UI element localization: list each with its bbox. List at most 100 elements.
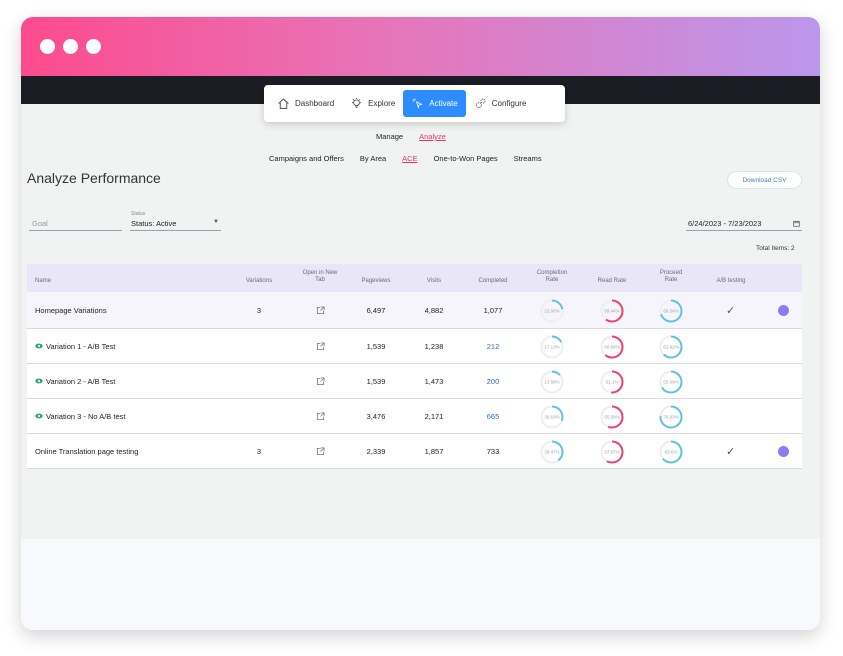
row-visits: 4,882	[424, 305, 444, 315]
nav-activate[interactable]: Activate	[403, 90, 466, 117]
col-completion-rate[interactable]: Completion Rate	[527, 270, 577, 284]
subnav-secondary: Campaigns and Offers By Area ACE One-to-Won…	[269, 154, 542, 163]
date-range-field[interactable]: 6/24/2023 - 7/23/2023	[686, 216, 802, 231]
col-read-rate[interactable]: Read Rate	[587, 278, 637, 285]
col-variations[interactable]: Variations	[234, 278, 284, 285]
row-name: Variation 3 - No A/B test	[46, 411, 126, 421]
row-pageviews: 6,497	[366, 305, 386, 315]
completion-rate-ring: 22.06%	[540, 299, 564, 322]
download-csv-button[interactable]: Download CSV	[727, 171, 802, 189]
row-name-cell[interactable]: Variation 3 - No A/B test	[35, 399, 125, 433]
read-rate-ring: 59.44%	[600, 299, 624, 322]
window-dot-2[interactable]	[63, 39, 78, 54]
completion-rate-ring: 13.58%	[540, 370, 564, 393]
expand-toggle-button[interactable]	[778, 305, 789, 316]
col-proceed-rate-line1: Proceed	[659, 270, 683, 276]
expand-toggle-button[interactable]	[778, 446, 789, 457]
proceed-rate-ring-label: 65.69%	[663, 379, 678, 384]
row-name: Homepage Variations	[35, 305, 107, 315]
subnav-ace[interactable]: ACE	[402, 154, 417, 163]
external-link-icon[interactable]	[316, 342, 325, 351]
external-link-icon[interactable]	[316, 306, 325, 315]
eye-icon	[35, 413, 43, 419]
row-pageviews: 1,539	[366, 376, 386, 386]
table-row[interactable]: Variation 1 - A/B Test 1,539 1,238 212 1…	[27, 329, 802, 364]
status-select[interactable]: Status Status: Active ▼	[130, 211, 221, 231]
subnav-streams[interactable]: Streams	[514, 154, 542, 163]
col-ab-testing[interactable]: A/B testing	[706, 278, 756, 285]
proceed-rate-ring: 65.69%	[659, 370, 683, 393]
proceed-rate-ring: 69.54%	[659, 299, 683, 322]
row-name-cell[interactable]: Online Translation page testing	[35, 434, 138, 468]
read-rate-ring: 60.66%	[600, 335, 624, 358]
subnav-campaigns[interactable]: Campaigns and Offers	[269, 154, 344, 163]
row-completed[interactable]: 200	[468, 364, 518, 398]
window-dot-1[interactable]	[40, 39, 55, 54]
home-icon	[278, 98, 289, 109]
completion-rate-ring-label: 22.06%	[544, 308, 559, 313]
col-name[interactable]: Name	[35, 278, 51, 285]
col-visits[interactable]: Visits	[409, 278, 459, 285]
col-completion-rate-line2: Rate	[545, 277, 559, 283]
external-link-icon[interactable]	[316, 377, 325, 386]
proceed-rate-ring-label: 69.54%	[663, 308, 678, 313]
row-visits: 1,857	[424, 446, 444, 456]
eye-icon	[35, 378, 43, 384]
gears-icon	[475, 98, 486, 108]
ab-testing-check-icon: ✓	[726, 305, 736, 317]
subnav-manage[interactable]: Manage	[376, 132, 403, 141]
row-completed[interactable]: 665	[468, 399, 518, 433]
nav-dashboard[interactable]: Dashboard	[269, 90, 342, 117]
subnav-analyze[interactable]: Analyze	[419, 132, 446, 141]
row-name-cell[interactable]: Variation 1 - A/B Test	[35, 329, 115, 363]
goal-placeholder: Goal	[32, 219, 48, 228]
table-row[interactable]: Variation 2 - A/B Test 1,539 1,473 200 1…	[27, 364, 802, 399]
page-footer-area	[21, 539, 820, 630]
col-proceed-rate-line2: Rate	[664, 277, 678, 283]
external-link-icon[interactable]	[316, 447, 325, 456]
table-body: Homepage Variations 3 6,497 4,882 1,077 …	[27, 292, 802, 469]
lightbulb-icon	[352, 97, 362, 108]
col-open-new-tab[interactable]: Open in New Tab	[295, 270, 345, 284]
row-completed: 733	[486, 446, 500, 456]
proceed-rate-ring: 63.6%	[659, 440, 683, 463]
row-name-cell[interactable]: Homepage Variations	[35, 292, 107, 328]
row-name: Online Translation page testing	[35, 446, 139, 456]
table-row[interactable]: Homepage Variations 3 6,497 4,882 1,077 …	[27, 292, 802, 329]
completion-rate-ring-label: 13.58%	[544, 379, 559, 384]
table-header: Name Variations Open in New Tab Pageview…	[27, 264, 802, 292]
subnav-primary: Manage Analyze	[376, 132, 446, 141]
proceed-rate-ring-label: 61.92%	[663, 344, 678, 349]
nav-dashboard-label: Dashboard	[295, 99, 335, 108]
read-rate-ring-label: 59.44%	[604, 308, 619, 313]
browser-window: Dashboard Explore Activate Configure Man…	[21, 17, 820, 630]
row-pageviews: 3,476	[366, 411, 386, 421]
cursor-click-icon	[412, 98, 423, 109]
proceed-rate-ring-label: 76.03%	[663, 414, 678, 419]
table-row[interactable]: Online Translation page testing 3 2,339 …	[27, 434, 802, 469]
read-rate-ring-label: 57.67%	[604, 449, 619, 454]
col-open-new-tab-line1: Open in New	[302, 270, 338, 276]
goal-field[interactable]: Goal	[29, 216, 122, 231]
read-rate-ring-label: 55.58%	[604, 414, 619, 419]
row-name-cell[interactable]: Variation 2 - A/B Test	[35, 364, 115, 398]
subnav-one-to-won[interactable]: One-to-Won Pages	[434, 154, 498, 163]
row-variations: 3	[256, 305, 262, 315]
subnav-by-area[interactable]: By Area	[360, 154, 386, 163]
col-pageviews[interactable]: Pageviews	[351, 278, 401, 285]
row-completed[interactable]: 212	[468, 329, 518, 363]
col-completed[interactable]: Completed	[468, 278, 518, 285]
window-dot-3[interactable]	[86, 39, 101, 54]
row-visits: 1,473	[424, 376, 444, 386]
external-link-icon[interactable]	[316, 412, 325, 421]
table-row[interactable]: Variation 3 - No A/B test 3,476 2,171 66…	[27, 399, 802, 434]
completion-rate-ring: 30.63%	[540, 405, 564, 428]
nav-configure[interactable]: Configure	[466, 90, 535, 117]
col-proceed-rate[interactable]: Proceed Rate	[646, 270, 696, 284]
row-pageviews: 2,339	[366, 446, 386, 456]
nav-explore[interactable]: Explore	[342, 90, 403, 117]
nav-configure-label: Configure	[491, 99, 527, 108]
window-titlebar	[21, 17, 820, 76]
calendar-icon	[793, 220, 800, 227]
read-rate-ring: 55.58%	[600, 405, 624, 428]
